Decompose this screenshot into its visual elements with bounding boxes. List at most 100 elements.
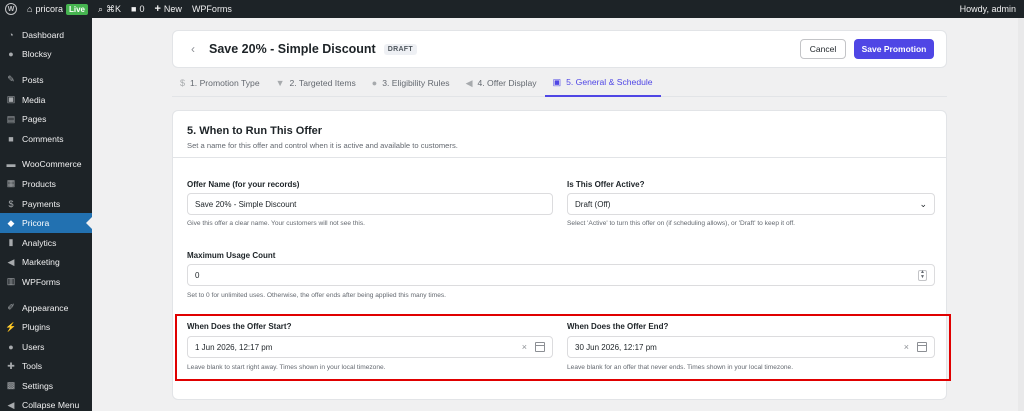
active-select[interactable]: Draft (Off) ⌄ bbox=[567, 193, 935, 215]
page-scrollbar[interactable] bbox=[1018, 18, 1024, 411]
sidebar-item-label: Payments bbox=[22, 198, 61, 209]
sidebar-item-label: WPForms bbox=[22, 276, 61, 287]
plus-icon: + bbox=[154, 3, 161, 15]
wpforms-label: WPForms bbox=[191, 4, 232, 14]
dashboard-icon: ◔ bbox=[8, 29, 14, 40]
sidebar-item-posts[interactable]: ✎ Posts bbox=[0, 70, 92, 90]
wordpress-icon: W bbox=[5, 3, 17, 15]
site-name-menu[interactable]: ⌂ pricora Live bbox=[22, 0, 93, 18]
tab-promotion-type[interactable]: $1. Promotion Type bbox=[172, 70, 268, 97]
comment-icon: ■ bbox=[8, 133, 14, 144]
sidebar-item-label: Tools bbox=[22, 361, 43, 372]
home-icon: ⌂ bbox=[27, 4, 33, 14]
sidebar-item-marketing[interactable]: ◀ Marketing bbox=[0, 253, 92, 273]
person-icon: ● bbox=[371, 78, 378, 88]
sidebar-collapse-menu[interactable]: ◀ Collapse Menu bbox=[0, 396, 92, 411]
form-icon: ▥ bbox=[6, 276, 16, 287]
bar-chart-icon: ▮ bbox=[8, 237, 14, 248]
comments-menu[interactable]: ■ 0 bbox=[126, 0, 149, 18]
tab-label: 5. General & Schedule bbox=[566, 77, 653, 87]
sidebar-item-products[interactable]: ▦ Products bbox=[0, 174, 92, 194]
command-palette[interactable]: ⌕ ⌘K bbox=[93, 0, 126, 18]
comment-bubble-icon: ■ bbox=[131, 4, 137, 14]
active-help: Select 'Active' to turn this offer on (i… bbox=[567, 220, 795, 227]
filter-icon: ▼ bbox=[275, 78, 285, 88]
dollar-icon: $ bbox=[8, 198, 14, 209]
live-badge: Live bbox=[65, 3, 88, 15]
tab-general-schedule[interactable]: ▣ 5. General & Schedule bbox=[544, 70, 661, 97]
pin-icon: ✎ bbox=[7, 74, 15, 85]
archive-icon: ▦ bbox=[6, 178, 16, 189]
offer-name-help: Give this offer a clear name. Your custo… bbox=[187, 220, 365, 227]
status-badge: DRAFT bbox=[383, 43, 417, 55]
media-icon: ▣ bbox=[6, 94, 16, 105]
tab-targeted-items[interactable]: ▼ 2. Targeted Items bbox=[268, 70, 364, 97]
site-name: pricora bbox=[35, 4, 63, 14]
max-usage-help: Set to 0 for unlimited uses. Otherwise, … bbox=[187, 292, 447, 299]
cancel-button[interactable]: Cancel bbox=[800, 39, 846, 59]
user-icon: ● bbox=[8, 341, 14, 352]
woocommerce-icon: ▬ bbox=[6, 159, 16, 170]
search-icon: ⌕ bbox=[97, 3, 104, 14]
plugin-icon: ⚡ bbox=[5, 321, 17, 332]
sidebar-item-plugins[interactable]: ⚡ Plugins bbox=[0, 317, 92, 337]
new-label: New bbox=[163, 4, 182, 14]
sidebar-item-label: Settings bbox=[22, 380, 54, 391]
wp-logo-menu[interactable]: W bbox=[0, 0, 22, 18]
max-usage-value: 0 bbox=[195, 270, 200, 280]
highlight-box bbox=[175, 314, 951, 381]
sidebar-item-label: Marketing bbox=[22, 257, 60, 268]
active-select-value: Draft (Off) bbox=[575, 199, 611, 209]
sidebar-item-comments[interactable]: ■ Comments bbox=[0, 129, 92, 149]
sidebar-item-label: Blocksy bbox=[22, 49, 52, 60]
tab-eligibility-rules[interactable]: ● 3. Eligibility Rules bbox=[364, 70, 458, 97]
sidebar-item-label: Media bbox=[22, 94, 46, 105]
sidebar-item-tools[interactable]: ✚ Tools bbox=[0, 357, 92, 377]
admin-sidebar: ◔ Dashboard ● Blocksy ✎ Posts ▣ Media ▤ Pages… bbox=[0, 18, 92, 411]
sidebar-item-label: Appearance bbox=[22, 302, 69, 313]
sidebar-item-dashboard[interactable]: ◔ Dashboard bbox=[0, 25, 92, 45]
sidebar-item-pages[interactable]: ▤ Pages bbox=[0, 109, 92, 129]
new-content-menu[interactable]: + New bbox=[149, 0, 186, 18]
sidebar-item-label: WooCommerce bbox=[22, 159, 82, 170]
collapse-icon: ◀ bbox=[7, 399, 15, 410]
stepper-icon[interactable]: ▲ ▼ bbox=[918, 269, 927, 281]
brush-icon: ✐ bbox=[7, 302, 15, 313]
tab-label: 3. Eligibility Rules bbox=[382, 78, 450, 88]
schedule-icon: ▣ bbox=[552, 76, 562, 87]
sidebar-item-media[interactable]: ▣ Media bbox=[0, 90, 92, 110]
active-label: Is This Offer Active? bbox=[567, 180, 645, 189]
sidebar-item-pricora[interactable]: ◆ Pricora bbox=[0, 213, 92, 233]
account-menu[interactable]: Howdy, admin bbox=[955, 0, 1024, 18]
sidebar-item-label: Analytics bbox=[22, 237, 57, 248]
section-description: Set a name for this offer and control wh… bbox=[187, 141, 458, 150]
sidebar-item-users[interactable]: ● Users bbox=[0, 337, 92, 357]
sidebar-item-appearance[interactable]: ✐ Appearance bbox=[0, 298, 92, 318]
save-promotion-button[interactable]: Save Promotion bbox=[854, 39, 934, 59]
offer-name-input[interactable]: Save 20% - Simple Discount bbox=[187, 193, 553, 215]
section-header: 5. When to Run This Offer Set a name for… bbox=[173, 111, 946, 158]
tab-label: 4. Offer Display bbox=[477, 78, 537, 88]
section-title: 5. When to Run This Offer bbox=[187, 125, 323, 137]
back-chevron-icon[interactable]: ‹ bbox=[191, 42, 195, 56]
shortcut-label: ⌘K bbox=[106, 3, 122, 14]
max-usage-input[interactable]: 0 ▲ ▼ bbox=[187, 264, 935, 286]
tab-label: 1. Promotion Type bbox=[190, 78, 260, 88]
settings-icon: ▩ bbox=[6, 380, 16, 391]
sidebar-item-settings[interactable]: ▩ Settings bbox=[0, 376, 92, 396]
sidebar-item-label: Pricora bbox=[22, 218, 50, 229]
sidebar-item-blocksy[interactable]: ● Blocksy bbox=[0, 45, 92, 65]
wizard-tabs: $1. Promotion Type ▼ 2. Targeted Items ● 3… bbox=[172, 70, 947, 97]
page-title: Save 20% - Simple Discount bbox=[209, 42, 376, 56]
sidebar-item-woocommerce[interactable]: ▬ WooCommerce bbox=[0, 155, 92, 175]
tab-label: 2. Targeted Items bbox=[289, 78, 356, 88]
blocksy-icon: ● bbox=[8, 49, 14, 60]
sidebar-item-payments[interactable]: $ Payments bbox=[0, 194, 92, 214]
sidebar-item-label: Users bbox=[22, 341, 45, 352]
sidebar-item-wpforms[interactable]: ▥ WPForms bbox=[0, 272, 92, 292]
sidebar-item-analytics[interactable]: ▮ Analytics bbox=[0, 233, 92, 253]
sidebar-item-label: Dashboard bbox=[22, 29, 65, 40]
tab-offer-display[interactable]: ◀ 4. Offer Display bbox=[458, 70, 545, 97]
wrench-icon: ✚ bbox=[7, 360, 15, 371]
wpforms-menu[interactable]: WPForms bbox=[187, 0, 237, 18]
